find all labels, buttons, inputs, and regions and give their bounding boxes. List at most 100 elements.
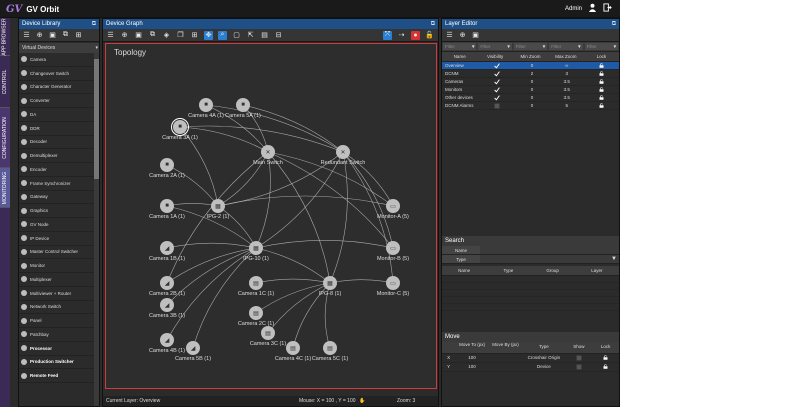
library-scrollbar[interactable] [94,53,99,406]
topology-node-cam5a[interactable]: ■ Camera 5A (1) [213,98,273,119]
library-item[interactable]: DDR [19,122,96,136]
library-item[interactable]: Network Switch [19,301,96,315]
library-item[interactable]: Multiviewer + Router [19,287,96,301]
unchecked-box-icon[interactable] [494,103,500,109]
gateway-icon[interactable]: ▦ [249,241,263,255]
filter-min-zoom[interactable]: Filter ▼ [513,43,548,50]
camerab-icon[interactable]: ◢ [160,298,174,312]
unlock-icon[interactable] [603,364,608,370]
export-icon[interactable]: ⇱ [246,31,255,40]
unlock-icon[interactable] [599,63,604,69]
layer-row[interactable]: Overview 0 ∞ [442,62,619,70]
topology-node-red[interactable]: ✕ Redundant Switch [313,145,373,166]
layer-visibility[interactable] [480,94,515,101]
layer-row[interactable]: DCNM Alarms 0 5 [442,102,619,110]
layer-visibility[interactable] [480,70,515,77]
library-item[interactable]: Patchbay [19,328,96,342]
switch-icon[interactable]: ✕ [336,145,350,159]
library-item[interactable]: Demultiplexer [19,149,96,163]
layer-lock[interactable] [584,62,619,69]
library-item[interactable]: Camera [19,53,96,67]
camera-icon[interactable]: ■ [199,98,213,112]
search-col-type[interactable]: Type [486,266,530,275]
layer-lock[interactable] [584,70,619,77]
library-item[interactable]: Production Switcher [19,356,96,370]
layer-row[interactable]: Cameras 0 3.5 [442,78,619,86]
search-type-select[interactable]: ▼ [480,255,619,263]
layer-lock[interactable] [584,102,619,109]
library-item[interactable]: Master Control Switcher [19,246,96,260]
add-device-icon[interactable]: ⊕ [120,31,129,40]
library-item[interactable]: Monitor [19,259,96,273]
col-visibility[interactable]: Visibility [477,52,512,61]
topology-node-main[interactable]: ✕ Main Switch [238,145,298,166]
topology-node-cam5c[interactable]: ▤ Camera 5C (1) [300,341,360,362]
library-item[interactable]: GV Node [19,218,96,232]
list-icon[interactable]: ☰ [445,31,454,40]
check-icon[interactable] [494,87,500,93]
library-item[interactable]: Multiplexer [19,273,96,287]
filter-visibility[interactable]: Filter ▼ [478,43,512,50]
unchecked-box-icon[interactable] [576,364,582,370]
topology-node-monb[interactable]: ▭ Monitor-B (5) [363,241,423,262]
library-item[interactable]: Frame Synchronizer [19,177,96,191]
library-item[interactable]: Panel [19,314,96,328]
layer-visibility[interactable] [480,102,515,109]
tab-configuration[interactable]: CONFIGURATION [0,108,10,168]
unlock-icon[interactable] [599,79,604,85]
topology-node-cam1b[interactable]: ◢ Camera 1B (1) [137,241,197,262]
lock-icon[interactable]: 🔓 [425,31,434,40]
camerab-icon[interactable]: ◢ [160,241,174,255]
layer-row[interactable]: DCNM 2 3 [442,70,619,78]
camerac-icon[interactable]: ▤ [249,306,263,320]
move-col-type[interactable]: Type [522,342,565,353]
camerac-icon[interactable]: ▤ [249,276,263,290]
layer-visibility[interactable] [480,86,515,93]
move-lock[interactable] [592,354,619,362]
pin-icon[interactable]: ⧉ [612,19,616,29]
zoom-icon[interactable]: ⌕ [218,30,227,40]
link-icon[interactable]: ⧉ [148,31,157,40]
topology-node-ipg10[interactable]: ▦ IPG-10 (1) [226,241,286,262]
library-item[interactable]: DA [19,108,96,122]
filter-name[interactable]: Filter ▼ [443,43,477,50]
library-item[interactable]: Graphics [19,204,96,218]
copy-icon[interactable]: ❐ [176,31,185,40]
camerab-icon[interactable]: ◢ [186,341,200,355]
monitor-icon[interactable]: ▭ [386,199,400,213]
library-scroll-thumb[interactable] [94,59,99,179]
unlock-icon[interactable] [599,95,604,101]
topology-canvas[interactable]: Topology ■ Camera 4A (1) ■ Camera 5A (1) ■ Ca… [105,43,437,389]
filter-max-zoom[interactable]: Filter ▼ [549,43,583,51]
topology-node-mona[interactable]: ▭ Monitor-A (5) [363,199,423,220]
library-item[interactable]: IP Device [19,232,96,246]
move-show[interactable] [566,363,593,371]
camera-icon[interactable]: ■ [160,158,174,172]
group-icon[interactable]: ⊞ [190,31,199,40]
move-show[interactable] [566,354,593,362]
library-item[interactable]: Processor [19,342,96,356]
layer-row[interactable]: Monitors 0 3.5 [442,86,619,94]
layer-visibility[interactable] [480,62,515,69]
check-icon[interactable] [494,79,500,85]
alarm-pin-icon[interactable]: ● [411,30,420,40]
filter-icon[interactable]: ▼ [577,43,581,51]
check-icon[interactable] [494,71,500,77]
grid-icon[interactable]: ⊟ [274,31,283,40]
tab-control[interactable]: CONTROL [0,56,10,108]
topology-node-cam3a[interactable]: ■ Camera 3A (1) [150,118,210,141]
layer-row[interactable]: Other devices 0 3.5 [442,94,619,102]
library-item[interactable]: Converter [19,94,96,108]
tag-icon[interactable]: ◈ [162,31,171,40]
tab-app-browser[interactable]: APP BROWSER [0,18,10,56]
delete-layer-icon[interactable]: ▣ [471,31,480,40]
unchecked-box-icon[interactable] [576,355,582,361]
camera-icon[interactable]: ■ [171,118,189,136]
topology-node-cam2c[interactable]: ▤ Camera 2C (1) [226,306,286,327]
move-col-show[interactable]: Show [566,342,593,353]
camerac-icon[interactable]: ▤ [261,326,275,340]
unlock-icon[interactable] [599,87,604,93]
topology-node-cam5b[interactable]: ◢ Camera 5B (1) [163,341,223,362]
search-name-input[interactable] [480,246,619,254]
layer-lock[interactable] [584,78,619,85]
